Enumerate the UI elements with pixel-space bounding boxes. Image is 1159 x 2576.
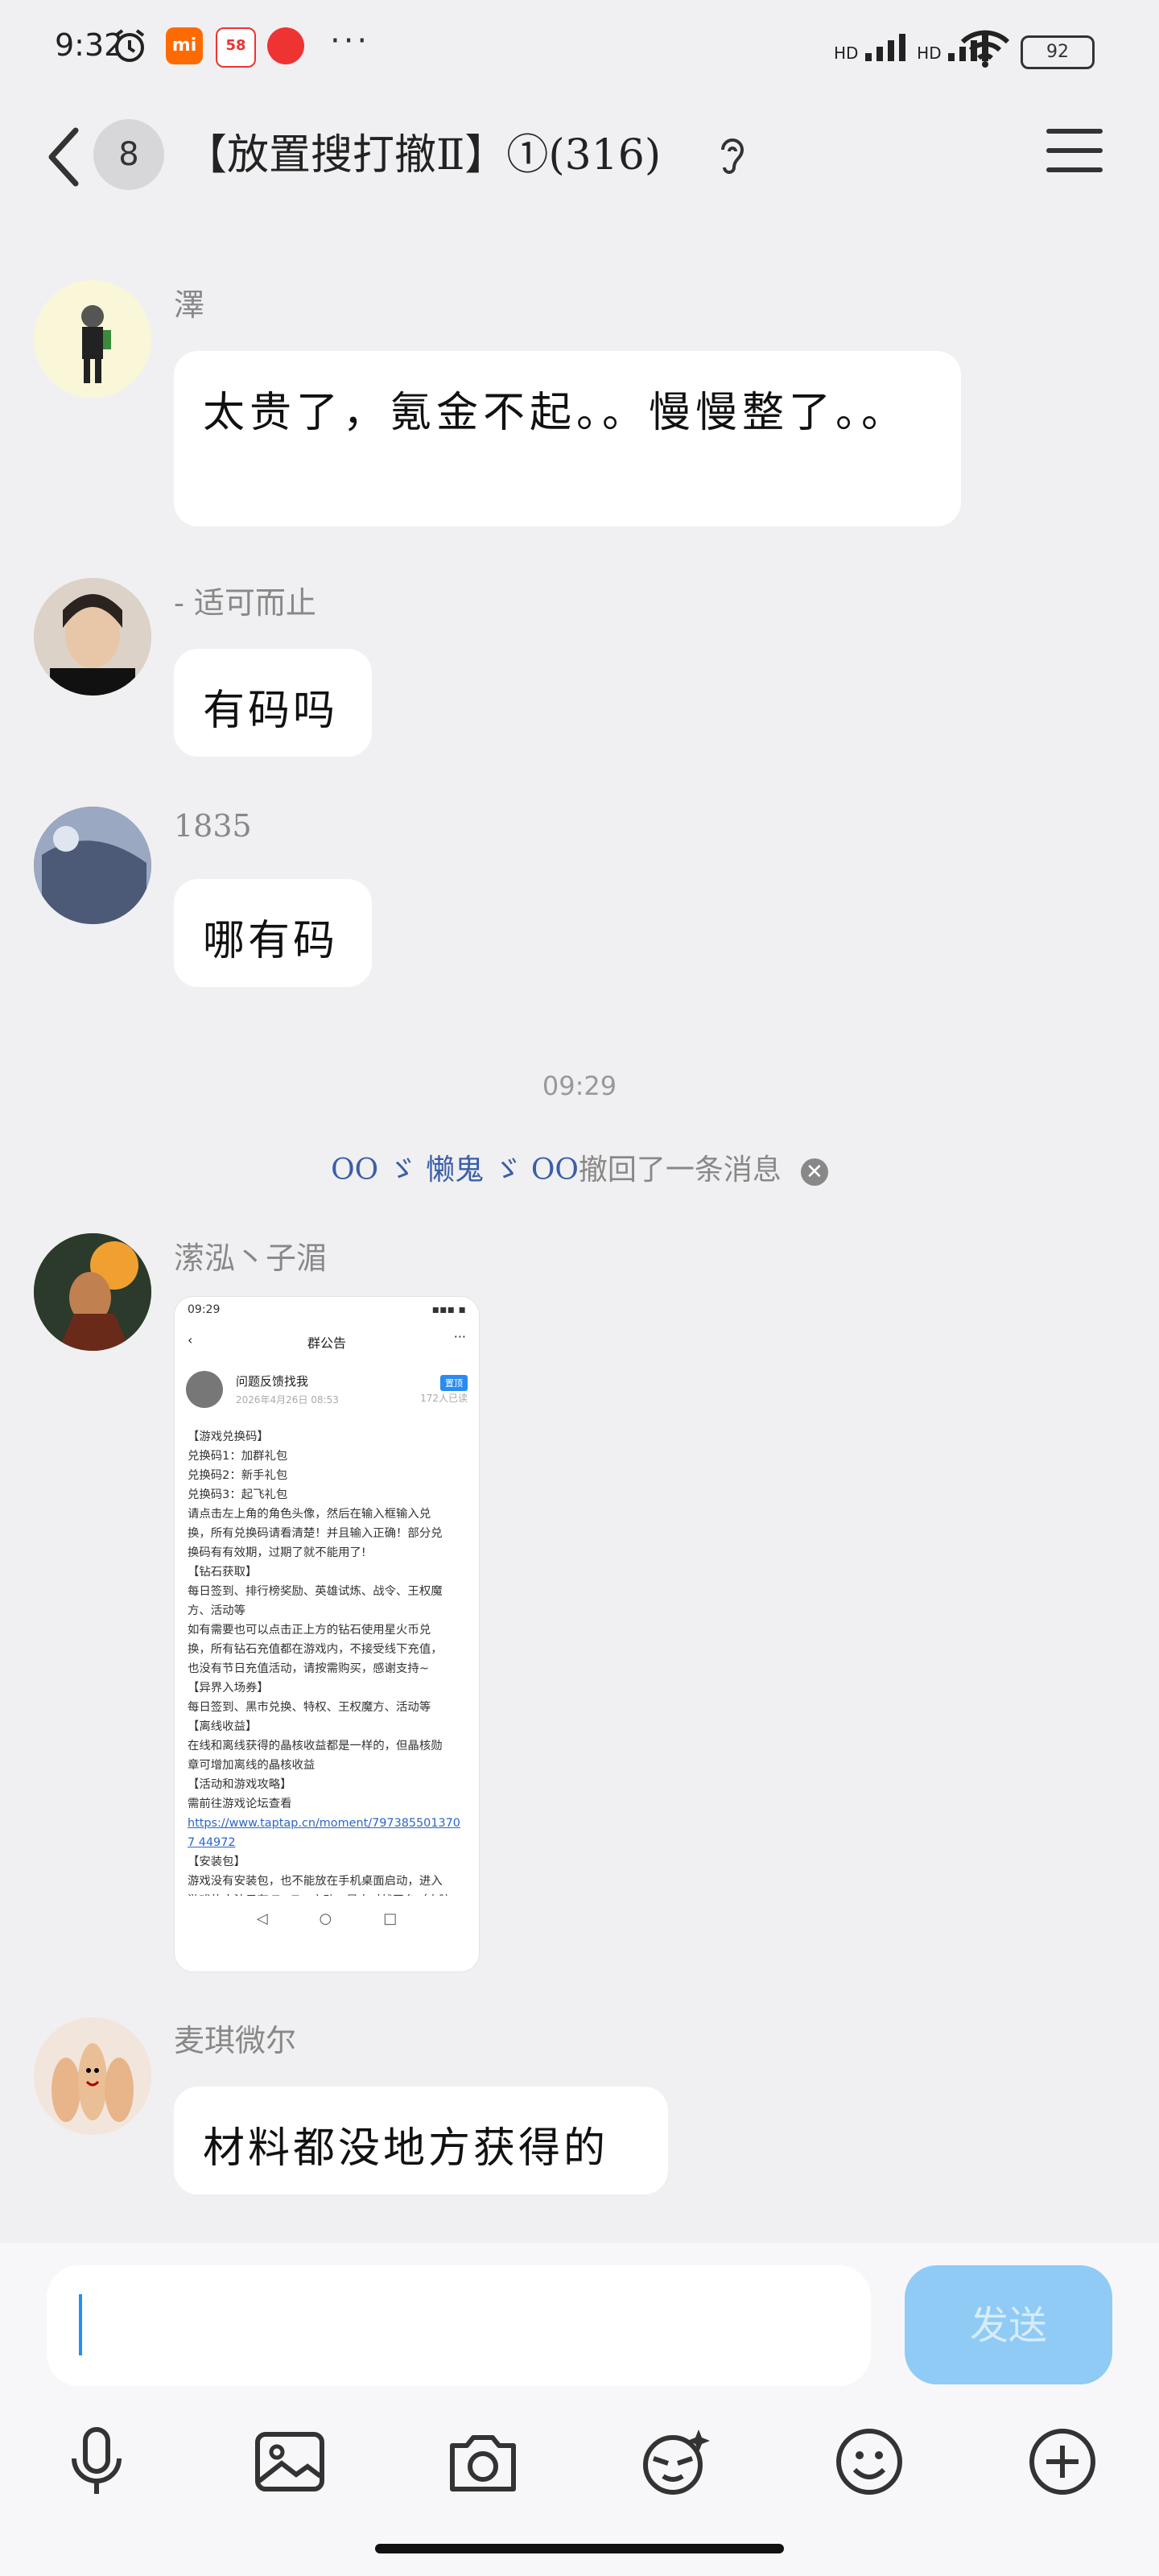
screenshot-line: 换，所有兑换码请看清楚！并且输入正确！部分兑 [188, 1527, 443, 1540]
screenshot-line: 【游戏兑换码】 [188, 1430, 269, 1443]
screenshot-line: 需前往游戏论坛查看 [188, 1798, 292, 1810]
screenshot-line: 每日签到、排行榜奖励、英雄试炼、战令、王权魔 [188, 1585, 443, 1598]
unread-count-badge[interactable]: 8 [93, 119, 164, 190]
message-text: 太贵了，氪金不起。。慢慢整了。。 [203, 389, 909, 437]
message-text: 有码吗 [203, 687, 339, 735]
game-app-icon [267, 27, 304, 64]
mi-app-icon: mi [166, 27, 203, 64]
screenshot-line: 【活动和游戏攻略】 [188, 1778, 292, 1791]
status-bar: 9:32 mi 58 ··· HD HD 92 [0, 0, 1159, 97]
avatar[interactable] [34, 1233, 151, 1351]
avatar[interactable] [34, 280, 151, 398]
screenshot-line: 【安装包】 [188, 1856, 245, 1868]
screenshot-line: 兑换码2：新手礼包 [188, 1469, 288, 1482]
message-text: 材料都没地方获得的 [203, 2124, 609, 2173]
alarm-icon [111, 27, 148, 68]
screenshot-line: 【钻石获取】 [188, 1566, 258, 1579]
sticker-icon[interactable] [636, 2423, 713, 2500]
recall-text: 撤回了一条消息 [578, 1154, 782, 1187]
sender-name: 澤 [174, 287, 205, 323]
ear-icon[interactable] [716, 134, 749, 182]
image-message[interactable]: 09:29 ▪▪▪ ▪ ‹ 群公告 ··· 问题反馈找我 2026年4月26日 08:… [174, 1296, 480, 1972]
close-icon[interactable]: ✕ [800, 1158, 828, 1186]
avatar[interactable] [34, 807, 151, 924]
screenshot-line: 游戏没有安装包，也不能放在手机桌面启动，进入 [188, 1875, 443, 1888]
home-indicator[interactable] [375, 2544, 784, 2553]
message-bubble[interactable]: 有码吗 [174, 649, 372, 757]
text-caret [79, 2294, 82, 2355]
battery-icon: 92 [1021, 35, 1095, 69]
message-input[interactable] [47, 2265, 871, 2386]
recall-notice: OO ゞ 懒鬼 ゞ OO撤回了一条消息 ✕ [0, 1146, 1159, 1188]
screenshot-line: 游戏的方法只有 TapTap启动，星火对战平台（电脑 [188, 1891, 466, 1896]
wifi-icon [959, 29, 1011, 71]
emoji-icon[interactable] [831, 2423, 908, 2500]
avatar[interactable] [34, 578, 151, 696]
screenshot-line: 换码有有效期，过期了就不能用了! [188, 1546, 366, 1559]
camera-icon[interactable] [444, 2423, 522, 2500]
avatar[interactable] [34, 2017, 151, 2135]
screenshot-line: 每日签到、黑市兑换、特权、王权魔方、活动等 [188, 1701, 431, 1714]
plus-icon[interactable] [1024, 2423, 1101, 2500]
image-icon[interactable] [251, 2423, 328, 2500]
menu-icon[interactable] [1046, 129, 1103, 177]
sender-name: - 适可而止 [174, 585, 316, 621]
screenshot-line: 兑换码1：加群礼包 [188, 1450, 288, 1463]
screenshot-nav-bar: ◁ ○ □ [256, 1910, 398, 1927]
screenshot-body: 【游戏兑换码】兑换码1：加群礼包 兑换码2：新手礼包 兑换码3：起飞礼包请点击左上角… [175, 1414, 479, 1896]
message-bubble[interactable]: 哪有码 [174, 879, 372, 987]
group-title[interactable]: 【放置搜打撤Ⅱ】①(316) [185, 121, 661, 181]
send-button[interactable]: 发送 [905, 2265, 1112, 2384]
screenshot-line: 换，所有钻石充值都在游戏内，不接受线下充值， [188, 1643, 443, 1656]
sender-name: 潆泓丶子湄 [174, 1241, 328, 1276]
screenshot-line: 方、活动等 [188, 1604, 245, 1617]
more-notifications-icon: ··· [330, 23, 371, 60]
sender-name: 1835 [174, 808, 252, 844]
screenshot-author-row: 问题反馈找我 2026年4月26日 08:53 置顶 172人已读 [175, 1352, 479, 1414]
screenshot-line: 请点击左上角的角色头像，然后在输入框输入兑 [188, 1508, 431, 1521]
screenshot-line: 在线和离线获得的晶核收益都是一样的，但晶核勋 [188, 1740, 443, 1752]
recall-user[interactable]: OO ゞ 懒鬼 ゞ OO [331, 1154, 579, 1187]
screenshot-line: 兑换码3：起飞礼包 [188, 1488, 288, 1501]
screenshot-line: 章可增加离线的晶核收益 [188, 1759, 316, 1772]
message-timestamp: 09:29 [542, 1071, 617, 1101]
screenshot-line: 【离线收益】 [188, 1720, 258, 1733]
message-bubble[interactable]: 材料都没地方获得的 [174, 2087, 668, 2194]
screenshot-line: 【异界入场券】 [188, 1682, 269, 1695]
screenshot-author-avatar [186, 1371, 223, 1408]
screenshot-line: 也没有节日充值活动，请按需购买，感谢支持~ [188, 1662, 429, 1675]
message-bubble[interactable]: 太贵了，氪金不起。。慢慢整了。。 [174, 351, 961, 526]
message-text: 哪有码 [203, 917, 339, 965]
back-icon[interactable] [40, 121, 89, 193]
mic-icon[interactable] [58, 2423, 135, 2500]
app58-icon: 58 [216, 27, 256, 68]
screenshot-status-bar: 09:29 ▪▪▪ ▪ [188, 1303, 466, 1316]
screenshot-line: 如有需要也可以点击正上方的钻石使用星火币兑 [188, 1624, 431, 1637]
sender-name: 麦琪微尔 [174, 2023, 297, 2058]
screenshot-title: ‹ 群公告 ··· [188, 1329, 466, 1351]
